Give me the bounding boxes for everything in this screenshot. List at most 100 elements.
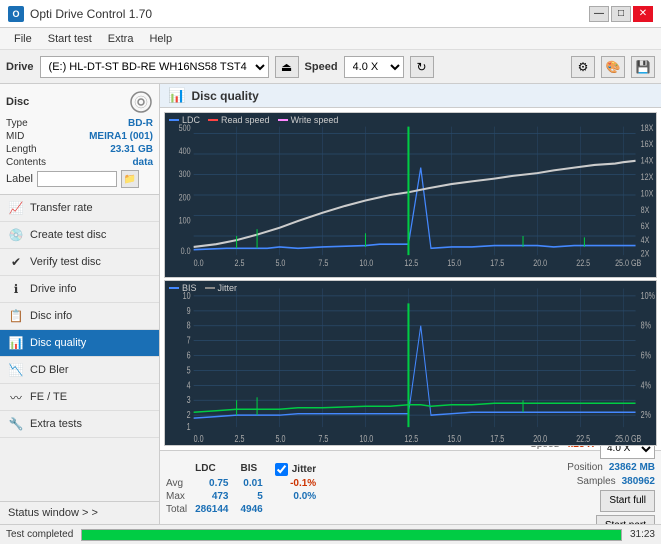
- sidebar-item-cd-bler[interactable]: 📉 CD Bler: [0, 357, 159, 384]
- svg-text:22.5: 22.5: [576, 433, 590, 445]
- speed-label: Speed: [305, 61, 338, 73]
- menu-extra[interactable]: Extra: [100, 31, 142, 47]
- sidebar-item-label: Disc info: [30, 310, 72, 322]
- menu-help[interactable]: Help: [141, 31, 180, 47]
- svg-text:300: 300: [179, 168, 191, 179]
- sidebar-item-disc-quality[interactable]: 📊 Disc quality: [0, 330, 159, 357]
- svg-text:2: 2: [187, 409, 191, 421]
- sidebar-item-label: Create test disc: [30, 229, 106, 241]
- label-browse-button[interactable]: 📁: [121, 170, 139, 188]
- disc-icon: [129, 90, 153, 114]
- verify-test-disc-icon: ✔: [8, 254, 24, 270]
- ldc-chart: LDC Read speed Write speed: [164, 112, 657, 278]
- svg-text:2%: 2%: [641, 409, 651, 421]
- max-jitter: 0.0%: [275, 490, 328, 503]
- svg-text:10%: 10%: [641, 290, 655, 302]
- content-area: 📊 Disc quality LDC Read speed Write spee…: [160, 84, 661, 524]
- close-button[interactable]: ✕: [633, 6, 653, 22]
- svg-text:400: 400: [179, 145, 191, 156]
- svg-text:2.5: 2.5: [235, 257, 245, 268]
- total-label: Total: [166, 503, 195, 516]
- jitter-checkbox[interactable]: [275, 463, 288, 476]
- settings-button[interactable]: ⚙: [571, 56, 595, 78]
- charts-area: LDC Read speed Write speed: [160, 108, 661, 450]
- sidebar-item-label: Disc quality: [30, 337, 86, 349]
- total-bis: 4946: [241, 503, 275, 516]
- svg-text:5.0: 5.0: [275, 257, 285, 268]
- bis-legend-label: BIS: [182, 283, 197, 293]
- sidebar-item-label: Transfer rate: [30, 202, 93, 214]
- total-ldc: 286144: [195, 503, 240, 516]
- status-window-button[interactable]: Status window > >: [0, 501, 159, 524]
- svg-text:17.5: 17.5: [490, 257, 504, 268]
- svg-text:25.0 GB: 25.0 GB: [615, 433, 641, 445]
- svg-text:10X: 10X: [641, 187, 654, 198]
- stats-right: Speed 4.23 X 4.0 X Position 23862 MB Sam…: [530, 439, 655, 525]
- svg-text:6: 6: [187, 349, 191, 361]
- status-window-label: Status window > >: [8, 507, 98, 519]
- sidebar-item-label: Extra tests: [30, 418, 82, 430]
- save-button[interactable]: 💾: [631, 56, 655, 78]
- chart2-svg: 10 9 8 7 6 5 4 3 2 1 10% 8% 6% 4% 2%: [165, 281, 656, 445]
- drive-toolbar: Drive (E:) HL-DT-ST BD-RE WH16NS58 TST4 …: [0, 50, 661, 84]
- sidebar-item-drive-info[interactable]: ℹ Drive info: [0, 276, 159, 303]
- drive-select[interactable]: (E:) HL-DT-ST BD-RE WH16NS58 TST4: [40, 56, 269, 78]
- label-input[interactable]: [37, 171, 117, 187]
- svg-text:2.5: 2.5: [235, 433, 245, 445]
- sidebar-item-transfer-rate[interactable]: 📈 Transfer rate: [0, 195, 159, 222]
- disc-panel-title: Disc: [6, 96, 29, 108]
- type-label: Type: [6, 118, 28, 129]
- start-part-button[interactable]: Start part: [596, 515, 655, 525]
- status-text: Test completed: [6, 529, 73, 540]
- menu-start-test[interactable]: Start test: [40, 31, 100, 47]
- maximize-button[interactable]: □: [611, 6, 631, 22]
- fe-te-icon: 〰: [8, 389, 24, 405]
- refresh-button[interactable]: ↻: [410, 56, 434, 78]
- avg-label: Avg: [166, 477, 195, 490]
- svg-text:20.0: 20.0: [533, 257, 547, 268]
- svg-text:25.0 GB: 25.0 GB: [615, 257, 642, 268]
- quality-title: Disc quality: [191, 89, 258, 103]
- sidebar-item-verify-test-disc[interactable]: ✔ Verify test disc: [0, 249, 159, 276]
- sidebar-item-create-test-disc[interactable]: 💿 Create test disc: [0, 222, 159, 249]
- app-icon: O: [8, 6, 24, 22]
- sidebar-item-label: Verify test disc: [30, 256, 101, 268]
- minimize-button[interactable]: —: [589, 6, 609, 22]
- col-header-empty: [166, 460, 195, 477]
- type-value: BD-R: [128, 118, 153, 129]
- svg-text:3: 3: [187, 394, 191, 406]
- mid-value: MEIRA1 (001): [89, 131, 153, 142]
- svg-text:12X: 12X: [641, 171, 654, 182]
- stats-avg-row: Avg 0.75 0.01 -0.1%: [166, 477, 328, 490]
- transfer-rate-icon: 📈: [8, 200, 24, 216]
- position-val: 23862 MB: [609, 462, 655, 473]
- read-legend-label: Read speed: [221, 115, 270, 125]
- menu-file[interactable]: File: [6, 31, 40, 47]
- theme-button[interactable]: 🎨: [601, 56, 625, 78]
- svg-text:10.0: 10.0: [359, 433, 373, 445]
- create-test-disc-icon: 💿: [8, 227, 24, 243]
- eject-button[interactable]: ⏏: [275, 56, 299, 78]
- status-bar: Test completed 31:23: [0, 524, 661, 544]
- svg-text:7.5: 7.5: [318, 257, 328, 268]
- svg-text:5.0: 5.0: [275, 433, 285, 445]
- svg-text:4X: 4X: [641, 234, 650, 245]
- contents-label: Contents: [6, 157, 46, 168]
- svg-text:8X: 8X: [641, 204, 650, 215]
- disc-quality-icon: 📊: [8, 335, 24, 351]
- speed-select[interactable]: 4.0 X: [344, 56, 404, 78]
- sidebar-item-label: FE / TE: [30, 391, 67, 403]
- avg-ldc: 0.75: [195, 477, 240, 490]
- jitter-label: Jitter: [292, 464, 316, 475]
- extra-tests-icon: 🔧: [8, 416, 24, 432]
- sidebar-item-fe-te[interactable]: 〰 FE / TE: [0, 384, 159, 411]
- sidebar-item-disc-info[interactable]: 📋 Disc info: [0, 303, 159, 330]
- svg-text:17.5: 17.5: [490, 433, 504, 445]
- svg-text:16X: 16X: [641, 138, 654, 149]
- svg-text:6%: 6%: [641, 349, 651, 361]
- svg-text:14X: 14X: [641, 155, 654, 166]
- svg-text:8%: 8%: [641, 319, 651, 331]
- position-info: Position 23862 MB: [567, 462, 655, 473]
- start-full-button[interactable]: Start full: [600, 490, 655, 512]
- sidebar-item-extra-tests[interactable]: 🔧 Extra tests: [0, 411, 159, 438]
